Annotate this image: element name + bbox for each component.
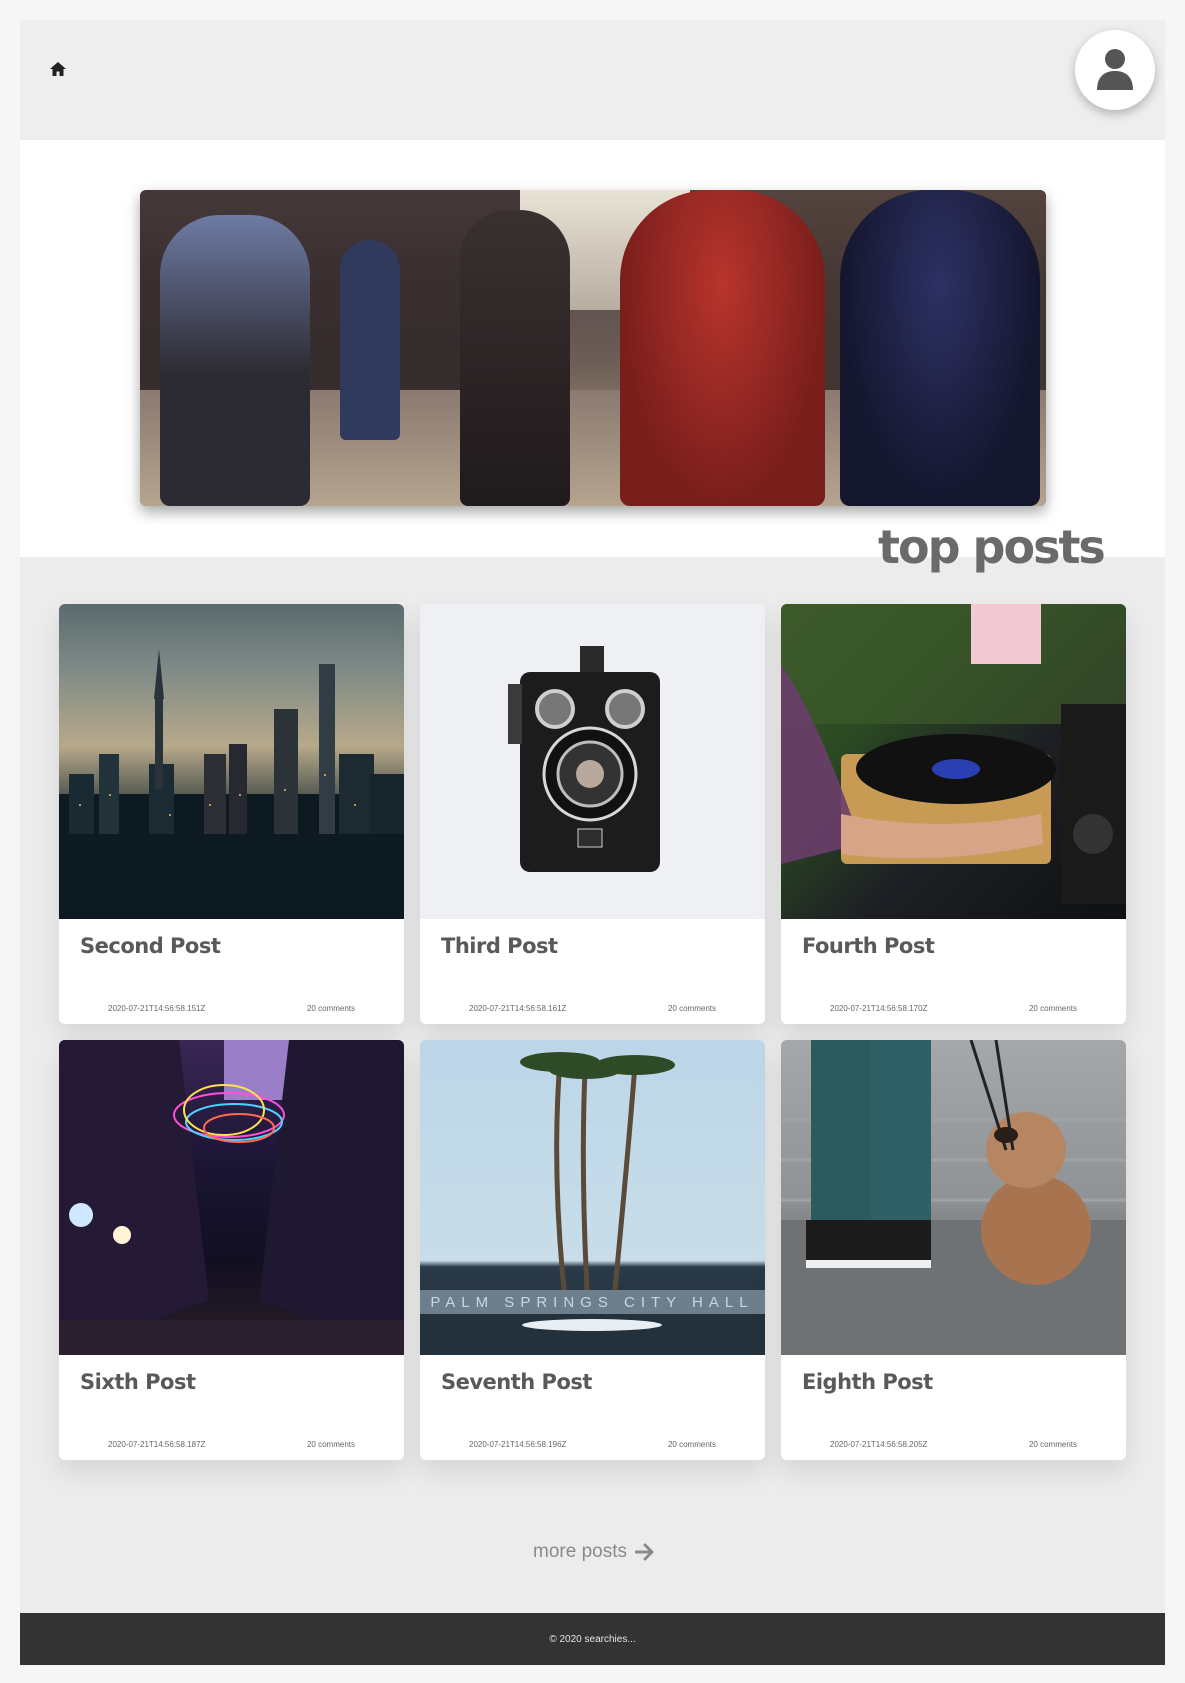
post-date: 2020-07-21T14:56:58.196Z	[469, 1440, 567, 1449]
post-image	[59, 604, 404, 919]
arrow-right-icon	[634, 1543, 654, 1561]
hero-image[interactable]	[140, 190, 1046, 506]
top-bar	[20, 20, 1165, 140]
post-image	[781, 1040, 1126, 1355]
post-date: 2020-07-21T14:56:58.205Z	[830, 1440, 928, 1449]
user-icon	[1097, 49, 1133, 90]
post-date: 2020-07-21T14:56:58.161Z	[469, 1004, 567, 1013]
more-posts-label: more posts	[533, 1541, 627, 1562]
post-title[interactable]: Sixth Post	[80, 1370, 196, 1394]
page: top posts Second Post 2020-07-21T14:56:5…	[20, 20, 1165, 1665]
post-card[interactable]: Eighth Post 2020-07-21T14:56:58.205Z 20 …	[781, 1040, 1126, 1460]
post-comments[interactable]: 20 comments	[668, 1004, 716, 1013]
user-avatar-button[interactable]	[1075, 30, 1155, 110]
post-date: 2020-07-21T14:56:58.170Z	[830, 1004, 928, 1013]
post-card[interactable]: Second Post 2020-07-21T14:56:58.151Z 20 …	[59, 604, 404, 1024]
post-image	[781, 604, 1126, 919]
post-comments[interactable]: 20 comments	[1029, 1440, 1077, 1449]
post-comments[interactable]: 20 comments	[307, 1440, 355, 1449]
section-title: top posts	[878, 520, 1106, 574]
post-card[interactable]: Third Post 2020-07-21T14:56:58.161Z 20 c…	[420, 604, 765, 1024]
home-icon[interactable]	[49, 61, 69, 81]
post-title[interactable]: Second Post	[80, 934, 221, 958]
hero-band	[20, 140, 1165, 557]
post-title[interactable]: Seventh Post	[441, 1370, 592, 1394]
post-image: PALM SPRINGS CITY HALL	[420, 1040, 765, 1355]
post-comments[interactable]: 20 comments	[1029, 1004, 1077, 1013]
more-posts-link[interactable]: more posts	[533, 1541, 655, 1563]
footer: © 2020 searchies...	[20, 1613, 1165, 1665]
post-image	[420, 604, 765, 919]
post-date: 2020-07-21T14:56:58.187Z	[108, 1440, 206, 1449]
post-comments[interactable]: 20 comments	[668, 1440, 716, 1449]
post-comments[interactable]: 20 comments	[307, 1004, 355, 1013]
post-card[interactable]: Fourth Post 2020-07-21T14:56:58.170Z 20 …	[781, 604, 1126, 1024]
sign-text: PALM SPRINGS CITY HALL	[430, 1294, 753, 1311]
post-card[interactable]: PALM SPRINGS CITY HALL Seventh Post 2020…	[420, 1040, 765, 1460]
post-title[interactable]: Fourth Post	[802, 934, 935, 958]
footer-text: © 2020 searchies...	[549, 1634, 636, 1645]
post-date: 2020-07-21T14:56:58.151Z	[108, 1004, 206, 1013]
post-image	[59, 1040, 404, 1355]
post-title[interactable]: Third Post	[441, 934, 558, 958]
post-card[interactable]: Sixth Post 2020-07-21T14:56:58.187Z 20 c…	[59, 1040, 404, 1460]
post-title[interactable]: Eighth Post	[802, 1370, 933, 1394]
